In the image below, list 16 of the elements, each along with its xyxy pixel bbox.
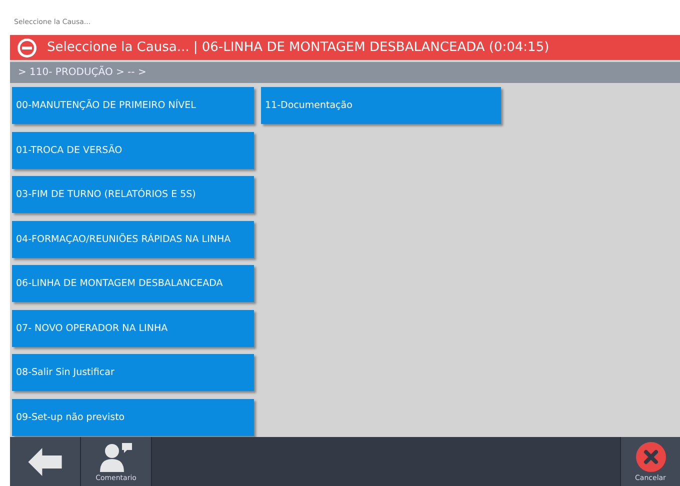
cause-button[interactable]: 11-Documentação [261,87,501,124]
cause-button[interactable]: 03-FIM DE TURNO (RELATÓRIOS E 5S) [12,176,254,213]
cause-button[interactable]: 01-TROCA DE VERSÃO [12,132,254,168]
cause-button[interactable]: 00-MANUTENÇÃO DE PRIMEIRO NÍVEL [12,87,254,124]
cause-button[interactable]: 06-LINHA DE MONTAGEM DESBALANCEADA [12,265,254,302]
cause-button[interactable]: 08-Salir Sin Justificar [12,354,254,391]
cause-button[interactable]: 07- NOVO OPERADOR NA LINHA [12,310,254,346]
back-button[interactable] [10,437,81,486]
breadcrumb: > 110- PRODUÇÃO > -- > [18,67,146,78]
arrow-left-icon [28,448,62,476]
close-icon [636,442,666,472]
stop-icon [17,38,37,58]
cause-button[interactable]: 04-FORMAÇAO/REUNIÕES RÁPIDAS NA LINHA [12,220,254,258]
header-title: Seleccione la Causa... | 06-LINHA DE MONTAGEM DESBALANCEADA (0:04:15) [47,40,550,55]
cause-button[interactable]: 09-Set-up não previsto [12,398,254,436]
person-comment-icon [98,442,134,472]
